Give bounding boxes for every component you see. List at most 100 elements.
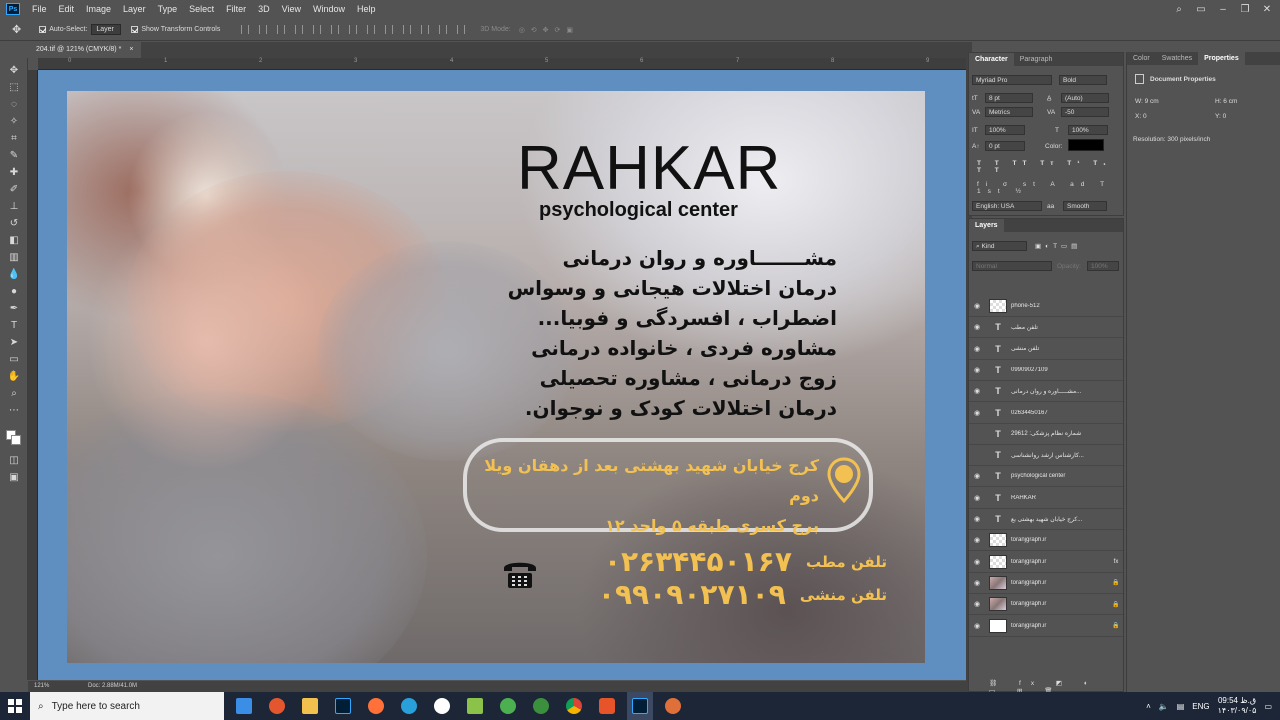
layer-visibility-eye-icon[interactable]: ◉ <box>969 323 985 331</box>
photoshop-active-icon[interactable] <box>627 692 653 720</box>
color-swatch-icon[interactable] <box>6 430 22 445</box>
layer-row[interactable]: ◉ toranjgraph.ir 🔒 <box>969 594 1123 616</box>
doc-height[interactable]: H: 6 cm <box>1215 98 1237 105</box>
tab-properties[interactable]: Properties <box>1198 52 1245 65</box>
align-center-icon[interactable] <box>259 25 268 34</box>
antialias-select[interactable]: Smooth <box>1063 201 1107 211</box>
clock[interactable]: 09:54 ق.ظ ۱۴۰۳/۰۹/۰۵ <box>1218 696 1257 716</box>
align-top-icon[interactable] <box>295 25 304 34</box>
layer-row[interactable]: ◉ T 02634450167 <box>969 403 1123 424</box>
menu-select[interactable]: Select <box>183 0 220 18</box>
tracking-field[interactable]: -50 <box>1061 107 1109 117</box>
distribute-top-icon[interactable] <box>349 25 358 34</box>
magic-wand-icon[interactable]: ✧ <box>6 114 22 128</box>
document-tab[interactable]: 204.tif @ 121% (CMYK/8) * × <box>28 42 142 58</box>
eraser-tool-icon[interactable]: ◧ <box>6 233 22 247</box>
blur-tool-icon[interactable]: 💧 <box>6 267 22 281</box>
menu-window[interactable]: Window <box>307 0 351 18</box>
crop-tool-icon[interactable]: ⌗ <box>6 131 22 145</box>
canvas-area[interactable]: RAHKAR psychological center مشـــــــاور… <box>38 70 966 680</box>
layer-visibility-eye-icon[interactable]: ◉ <box>969 558 985 566</box>
menu-help[interactable]: Help <box>351 0 382 18</box>
grammarly-icon[interactable] <box>264 692 290 720</box>
lasso-tool-icon[interactable]: ◌ <box>6 97 22 111</box>
layer-visibility-eye-icon[interactable]: ◉ <box>969 494 985 502</box>
layer-visibility-eye-icon[interactable]: ◉ <box>969 302 985 310</box>
layer-row[interactable]: ◉ T RAHKAR <box>969 488 1123 509</box>
task-view-icon[interactable] <box>231 692 257 720</box>
auto-select-checkbox[interactable] <box>39 26 47 33</box>
layer-row[interactable]: ◉ T کرج خیابان شهید بهشتی بع... <box>969 509 1123 530</box>
layer-row[interactable]: T کارشناس ارشد روانشناسی... <box>969 445 1123 467</box>
brush-tool-icon[interactable]: ✐ <box>6 182 22 196</box>
network-icon[interactable]: ▤ <box>1177 702 1185 711</box>
gradient-tool-icon[interactable]: ▥ <box>6 250 22 264</box>
eyedropper-icon[interactable]: ✎ <box>6 148 22 162</box>
doc-y[interactable]: Y: 0 <box>1215 113 1226 120</box>
notifications-icon[interactable]: ▭ <box>1264 702 1272 711</box>
font-style-select[interactable]: Bold <box>1059 75 1107 85</box>
document-size[interactable]: Doc: 2.88M/41.0M <box>88 681 137 692</box>
leading-field[interactable]: (Auto) <box>1061 93 1109 103</box>
menu-file[interactable]: File <box>26 0 53 18</box>
menu-view[interactable]: View <box>276 0 307 18</box>
layer-visibility-eye-icon[interactable]: ◉ <box>969 409 985 417</box>
opacity-field[interactable]: 100% <box>1087 261 1119 271</box>
layer-visibility-eye-icon[interactable]: ◉ <box>969 387 985 395</box>
screen-mode-icon[interactable]: ▣ <box>6 470 22 484</box>
vertical-scale-field[interactable]: 100% <box>985 125 1025 135</box>
menu-image[interactable]: Image <box>80 0 117 18</box>
firefox-icon[interactable] <box>363 692 389 720</box>
close-tab-icon[interactable]: × <box>129 42 133 58</box>
font-family-select[interactable]: Myriad Pro <box>972 75 1052 85</box>
tab-layers[interactable]: Layers <box>969 219 1004 232</box>
layer-row[interactable]: ◉ toranjgraph.ir 🔒 <box>969 573 1123 594</box>
zoom-tool-icon[interactable]: ⌕ <box>6 386 22 400</box>
business-card-artwork[interactable]: RAHKAR psychological center مشـــــــاور… <box>67 91 925 663</box>
pen-tool-icon[interactable]: ✒ <box>6 301 22 315</box>
healing-brush-icon[interactable]: ✚ <box>6 165 22 179</box>
hand-tool-icon[interactable]: ✋ <box>6 369 22 383</box>
doc-x[interactable]: X: 0 <box>1135 113 1147 120</box>
app-orange-icon[interactable] <box>594 692 620 720</box>
layer-visibility-eye-icon[interactable]: ◉ <box>969 536 985 544</box>
taskbar-search-box[interactable]: ⌕ Type here to search <box>30 692 224 720</box>
move-tool-icon[interactable]: ✥ <box>6 63 22 77</box>
maximize-button[interactable]: ❐ <box>1238 2 1252 16</box>
history-brush-icon[interactable]: ↺ <box>6 216 22 230</box>
menu-edit[interactable]: Edit <box>53 0 81 18</box>
doc-width[interactable]: W: 9 cm <box>1135 98 1159 105</box>
language-select[interactable]: English: USA <box>972 201 1042 211</box>
layer-row[interactable]: ◉ toranjgraph.ir fx <box>969 552 1123 573</box>
photoshop-taskbar-icon[interactable] <box>330 692 356 720</box>
distribute-center-icon[interactable] <box>421 25 430 34</box>
baseline-field[interactable]: 0 pt <box>985 141 1025 151</box>
distribute-middle-icon[interactable] <box>367 25 376 34</box>
image-viewer-icon[interactable] <box>462 692 488 720</box>
chrome-icon[interactable] <box>561 692 587 720</box>
layer-row[interactable]: ◉ Tpsychological center <box>969 466 1123 488</box>
layer-row[interactable]: ◉ toranjgraph.ir 🔒 <box>969 616 1123 637</box>
layer-row[interactable]: ◉ T مشـــــاوره و روان درمانی... <box>969 381 1123 403</box>
menu-type[interactable]: Type <box>152 0 184 18</box>
edit-toolbar-icon[interactable]: ⋯ <box>6 403 22 417</box>
workspace-icon[interactable]: ▭ <box>1194 2 1208 16</box>
auto-align-icon[interactable] <box>457 25 466 34</box>
layer-row[interactable]: ◉ T تلفن مطب <box>969 317 1123 339</box>
layer-row[interactable]: T شماره نظام پزشکی: 29612 <box>969 424 1123 445</box>
layer-visibility-eye-icon[interactable]: ◉ <box>969 515 985 523</box>
tray-chevron-icon[interactable]: ˄ <box>1146 702 1151 711</box>
menu-layer[interactable]: Layer <box>117 0 152 18</box>
volume-icon[interactable]: 🔈 <box>1159 702 1169 711</box>
font-size-field[interactable]: 8 pt <box>985 93 1033 103</box>
path-selection-icon[interactable]: ➤ <box>6 335 22 349</box>
blend-mode-select[interactable]: Normal <box>972 261 1052 271</box>
layer-filter-icons[interactable]: ▣◐T▭▤ <box>1035 242 1081 250</box>
tab-paragraph[interactable]: Paragraph <box>1014 53 1059 66</box>
align-left-icon[interactable] <box>241 25 250 34</box>
layer-row[interactable]: ◉ toranjgraph.ir <box>969 530 1123 552</box>
marquee-tool-icon[interactable]: ⬚ <box>6 80 22 94</box>
distribute-left-icon[interactable] <box>403 25 412 34</box>
align-bottom-icon[interactable] <box>331 25 340 34</box>
dodge-tool-icon[interactable]: ● <box>6 284 22 298</box>
